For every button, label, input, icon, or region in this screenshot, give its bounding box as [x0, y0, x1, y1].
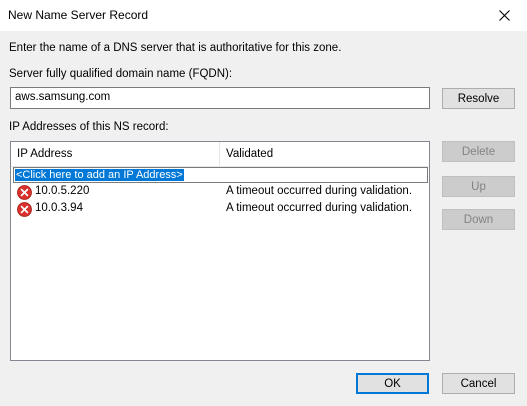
column-header-validated[interactable]: Validated [220, 142, 429, 166]
table-row[interactable]: 10.0.3.94 A timeout occurred during vali… [11, 201, 429, 218]
add-ip-address-field[interactable]: <Click here to add an IP Address> [13, 167, 428, 183]
close-icon [498, 10, 510, 21]
fqdn-input[interactable]: aws.samsung.com [10, 87, 430, 109]
column-header-ip[interactable]: IP Address [11, 142, 220, 166]
delete-button[interactable]: Delete [442, 141, 515, 162]
error-icon [17, 185, 32, 200]
table-row[interactable]: 10.0.5.220 A timeout occurred during val… [11, 184, 429, 201]
cancel-button[interactable]: Cancel [442, 373, 515, 394]
ip-address-list[interactable]: IP Address Validated <Click here to add … [10, 141, 430, 361]
dialog-body: Enter the name of a DNS server that is a… [0, 31, 527, 406]
window-title: New Name Server Record [8, 8, 149, 22]
title-bar: New Name Server Record [0, 0, 527, 31]
ok-button[interactable]: OK [356, 373, 429, 394]
intro-text: Enter the name of a DNS server that is a… [9, 42, 342, 54]
resolve-button[interactable]: Resolve [442, 88, 515, 109]
ip-section-label: IP Addresses of this NS record: [9, 121, 169, 133]
up-button[interactable]: Up [442, 176, 515, 197]
close-button[interactable] [481, 0, 527, 31]
dialog-window: New Name Server Record Enter the name of… [0, 0, 527, 406]
add-ip-placeholder: <Click here to add an IP Address> [15, 169, 184, 181]
validation-status-cell: A timeout occurred during validation. [226, 202, 413, 214]
ip-address-cell: 10.0.5.220 [35, 185, 90, 197]
down-button[interactable]: Down [442, 209, 515, 230]
ip-address-cell: 10.0.3.94 [35, 202, 83, 214]
fqdn-label: Server fully qualified domain name (FQDN… [9, 68, 233, 80]
error-icon [17, 202, 32, 217]
list-header: IP Address Validated [11, 142, 429, 167]
validation-status-cell: A timeout occurred during validation. [226, 185, 413, 197]
